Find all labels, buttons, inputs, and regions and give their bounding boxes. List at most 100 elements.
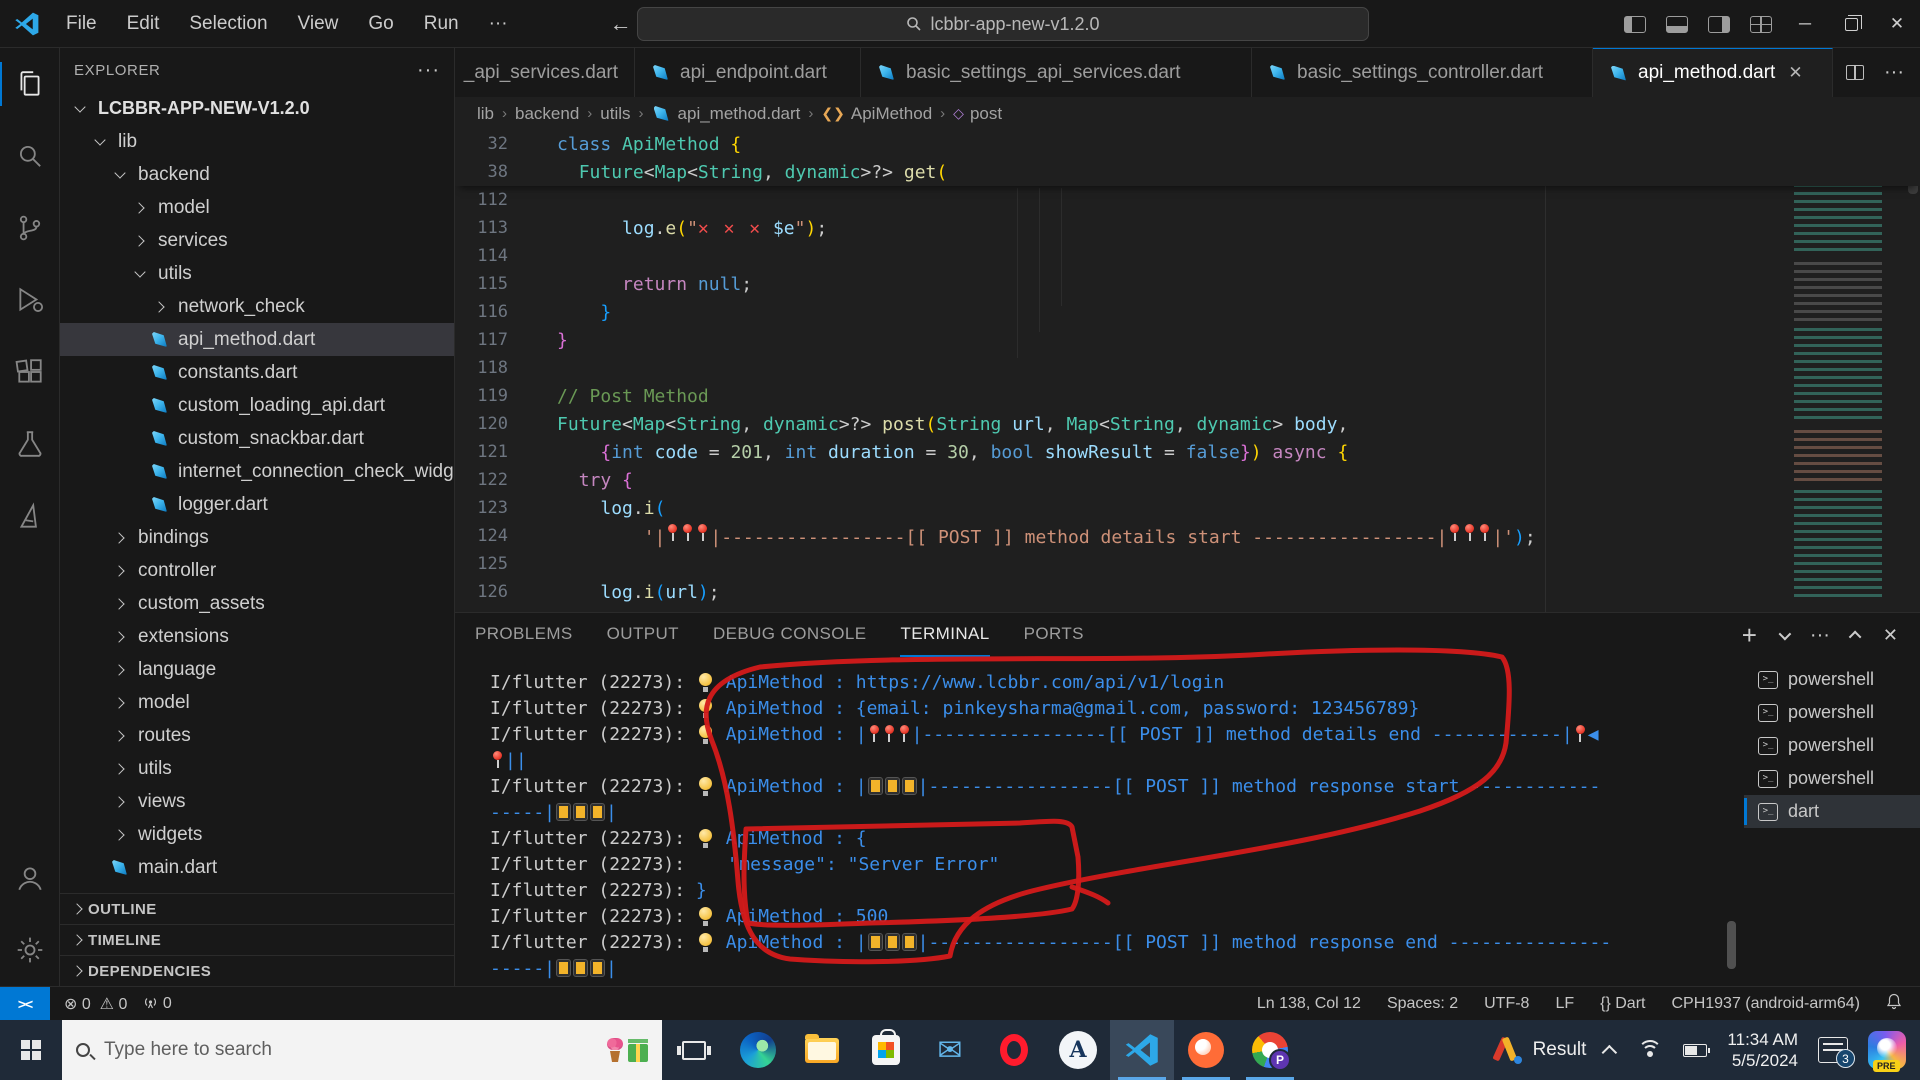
tree-folder-controller[interactable]: controller (60, 554, 454, 587)
tree-folder-services[interactable]: services (60, 224, 454, 257)
terminal-dropdown-icon[interactable] (1778, 627, 1791, 640)
tree-folder-backend[interactable]: backend (60, 158, 454, 191)
tree-folder-extensions[interactable]: extensions (60, 620, 454, 653)
show-hidden-icons-chevron[interactable] (1602, 1044, 1618, 1060)
breadcrumb-item-utils[interactable]: utils (600, 104, 630, 124)
status-lf[interactable]: LF (1555, 995, 1574, 1013)
vscode-app-icon[interactable] (1110, 1020, 1174, 1080)
edge-preview-app-icon[interactable]: PRE (1868, 1031, 1906, 1069)
tree-folder-routes[interactable]: routes (60, 719, 454, 752)
start-button[interactable] (0, 1020, 62, 1080)
breadcrumb-item-api_method-dart[interactable]: api_method.dart (652, 104, 801, 124)
code-editor[interactable]: 32class ApiMethod {38 Future<Map<String,… (455, 130, 1920, 612)
tree-folder-bindings[interactable]: bindings (60, 521, 454, 554)
panel-tab-ports[interactable]: PORTS (1024, 613, 1084, 657)
terminal-instance-powershell-1[interactable]: >_powershell (1744, 663, 1920, 696)
terminal-instance-dart-5[interactable]: >_dart (1744, 795, 1920, 828)
toggle-secondary-sidebar-icon[interactable] (1708, 16, 1730, 33)
clock[interactable]: 11:34 AM 5/5/2024 (1727, 1029, 1798, 1071)
problems-status[interactable]: ⊗ 0 ⚠ 0 (64, 994, 127, 1014)
battery-icon[interactable] (1683, 1044, 1707, 1057)
panel-tab-problems[interactable]: PROBLEMS (475, 613, 573, 657)
tree-folder-utils[interactable]: utils (60, 752, 454, 785)
section-dependencies[interactable]: DEPENDENCIES (60, 955, 454, 986)
menu-item-go[interactable]: Go (356, 8, 405, 40)
news-widget[interactable]: Result (1493, 1035, 1587, 1065)
restore-button[interactable] (1828, 0, 1874, 48)
terminal-instance-powershell-2[interactable]: >_powershell (1744, 696, 1920, 729)
sidebar-more-actions-icon[interactable]: ··· (417, 59, 440, 82)
opera-app-icon[interactable] (982, 1020, 1046, 1080)
terminal-instance-powershell-4[interactable]: >_powershell (1744, 762, 1920, 795)
tree-file-maindart[interactable]: main.dart (60, 851, 454, 884)
chrome-profile-app-icon[interactable] (1238, 1020, 1302, 1080)
tree-folder-lib[interactable]: lib (60, 125, 454, 158)
testing-icon[interactable] (0, 408, 60, 480)
source-control-icon[interactable] (0, 192, 60, 264)
tab-basic_settings_controller-dart[interactable]: basic_settings_controller.dart (1252, 48, 1593, 97)
panel-tab-output[interactable]: OUTPUT (607, 613, 679, 657)
tab-api_method-dart[interactable]: api_method.dart✕ (1593, 48, 1833, 97)
tree-file-api_methoddart[interactable]: api_method.dart (60, 323, 454, 356)
breadcrumb-item-ApiMethod[interactable]: ❮❯ApiMethod (821, 104, 932, 124)
toggle-panel-icon[interactable] (1666, 16, 1688, 33)
menu-item-[interactable]: ··· (477, 8, 520, 40)
ports-status[interactable]: 0 (143, 995, 171, 1013)
close-button[interactable]: ✕ (1874, 0, 1920, 48)
menu-item-view[interactable]: View (286, 8, 351, 40)
run-and-debug-icon[interactable] (0, 264, 60, 336)
tree-file-constantsdart[interactable]: constants.dart (60, 356, 454, 389)
tree-folder-utils[interactable]: utils (60, 257, 454, 290)
tree-folder-widgets[interactable]: widgets (60, 818, 454, 851)
tree-folder-model[interactable]: model (60, 686, 454, 719)
tree-folder-language[interactable]: language (60, 653, 454, 686)
panel-more-icon[interactable]: ··· (1810, 624, 1830, 647)
breadcrumb[interactable]: lib›backend›utils›api_method.dart›❮❯ApiM… (455, 97, 1920, 130)
wifi-icon[interactable] (1637, 1040, 1663, 1060)
tab-api_endpoint-dart[interactable]: api_endpoint.dart (635, 48, 861, 97)
tab-basic_settings_api_services-dart[interactable]: basic_settings_api_services.dart (861, 48, 1252, 97)
terminal-instance-powershell-3[interactable]: >_powershell (1744, 729, 1920, 762)
tree-folder-custom_assets[interactable]: custom_assets (60, 587, 454, 620)
menu-item-edit[interactable]: Edit (115, 8, 172, 40)
menu-item-run[interactable]: Run (412, 8, 471, 40)
references-icon[interactable] (0, 480, 60, 552)
tree-folder-model[interactable]: model (60, 191, 454, 224)
menu-item-selection[interactable]: Selection (177, 8, 279, 40)
extensions-icon[interactable] (0, 336, 60, 408)
postman-app-icon[interactable] (1174, 1020, 1238, 1080)
notifications-bell-icon[interactable] (1886, 993, 1902, 1015)
breadcrumb-item-backend[interactable]: backend (515, 104, 579, 124)
tab-_api_services-dart[interactable]: _api_services.dart (455, 48, 635, 97)
edge-app-icon[interactable] (726, 1020, 790, 1080)
task-view-button[interactable] (662, 1020, 726, 1080)
section-timeline[interactable]: TIMELINE (60, 924, 454, 955)
back-button[interactable]: ← (610, 11, 632, 37)
accounts-icon[interactable] (0, 842, 60, 914)
search-icon[interactable] (0, 120, 60, 192)
split-editor-icon[interactable] (1846, 65, 1864, 80)
tree-folder-network_check[interactable]: network_check (60, 290, 454, 323)
close-tab-icon[interactable]: ✕ (1788, 63, 1802, 83)
panel-tab-debug-console[interactable]: DEBUG CONSOLE (713, 613, 867, 657)
minimize-button[interactable]: ─ (1782, 0, 1828, 48)
status-ln-138-col-12[interactable]: Ln 138, Col 12 (1257, 995, 1361, 1013)
command-center-search[interactable]: lcbbr-app-new-v1.2.0 (637, 7, 1369, 41)
status-spaces-2[interactable]: Spaces: 2 (1387, 995, 1458, 1013)
customize-layout-icon[interactable] (1750, 16, 1772, 33)
close-panel-icon[interactable]: ✕ (1883, 625, 1898, 646)
tree-folder-views[interactable]: views (60, 785, 454, 818)
tree-root[interactable]: LCBBR-APP-NEW-V1.2.0 (60, 92, 454, 125)
tree-file-custom_loading_apidart[interactable]: custom_loading_api.dart (60, 389, 454, 422)
microsoft-store-app-icon[interactable] (854, 1020, 918, 1080)
editor-more-actions-icon[interactable]: ··· (1884, 61, 1904, 84)
taskbar-search[interactable]: Type here to search (62, 1020, 662, 1080)
minimap[interactable] (1786, 130, 1892, 612)
terminal-output[interactable]: I/flutter (22273): ApiMethod : https://w… (490, 669, 1730, 981)
menu-item-file[interactable]: File (54, 8, 109, 40)
settings-gear-icon[interactable] (0, 914, 60, 986)
tree-file-internet_connection_check_widg[interactable]: internet_connection_check_widg... (60, 455, 454, 488)
tree-file-loggerdart[interactable]: logger.dart (60, 488, 454, 521)
section-outline[interactable]: OUTLINE (60, 893, 454, 924)
status-dart[interactable]: {} Dart (1600, 995, 1645, 1013)
